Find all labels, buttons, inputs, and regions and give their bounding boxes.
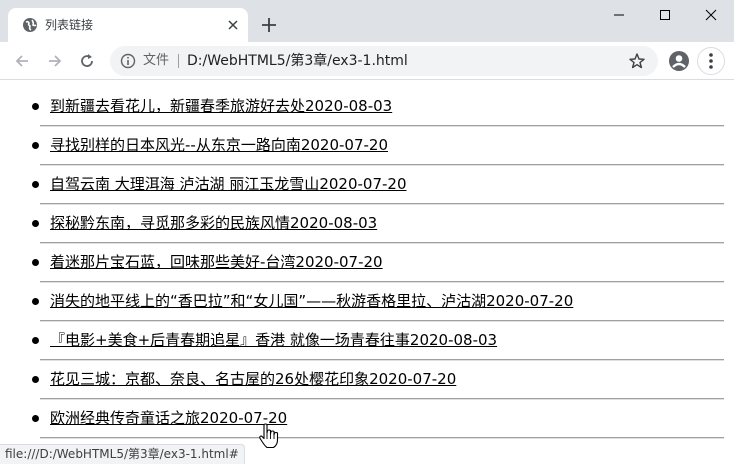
news-date: 2020-07-20 [295,253,383,271]
bullet [32,103,39,110]
bullet [32,259,39,266]
list-item: 『电影+美食+后青春期追星』香港 就像一场青春往事2020-08-03 [0,328,734,367]
maximize-button[interactable] [642,0,688,30]
back-button[interactable] [9,48,35,74]
divider [40,242,724,244]
news-date: 2020-08-03 [305,97,393,115]
news-link[interactable]: 到新疆去看花儿，新疆春季旅游好去处2020-08-03 [50,96,392,116]
list-item: 到新疆去看花儿，新疆春季旅游好去处2020-08-03 [0,94,734,133]
menu-button[interactable] [697,47,725,75]
tab-title: 列表链接 [45,18,94,32]
list-item: 自驾云南 大理洱海 泸沽湖 丽江玉龙雪山2020-07-20 [0,172,734,211]
news-date: 2020-08-03 [290,214,378,232]
info-icon[interactable] [120,53,136,69]
bullet [32,220,39,227]
page-content: 到新疆去看花儿，新疆春季旅游好去处2020-08-03 寻找别样的日本风光--从… [0,81,734,464]
minimize-icon [614,14,624,16]
divider [40,125,724,127]
news-link[interactable]: 『电影+美食+后青春期追星』香港 就像一场青春往事2020-08-03 [50,330,497,350]
news-link[interactable]: 消失的地平线上的“香巴拉”和“女儿国”——秋游香格里拉、泸沽湖2020-07-2… [50,291,573,311]
maximize-icon [660,10,670,20]
bullet [32,181,39,188]
globe-icon [23,18,37,32]
news-title: 自驾云南 大理洱海 泸沽湖 丽江玉龙雪山 [50,175,320,193]
news-title: 寻找别样的日本风光--从东京一路向南 [50,136,301,154]
address-divider [178,54,179,68]
news-title: 花见三城：京都、奈良、名古屋的26处樱花印象 [50,370,370,388]
browser-tab[interactable]: 列表链接 [8,8,248,42]
close-icon [705,9,717,21]
bullet [32,298,39,305]
news-date: 2020-07-20 [369,370,457,388]
news-link[interactable]: 着迷那片宝石蓝，回味那些美好-台湾2020-07-20 [50,252,383,272]
arrow-left-icon [15,55,28,67]
bullet [32,337,39,344]
minimize-button[interactable] [596,0,642,30]
status-bar: file:///D:/WebHTML5/第3章/ex3-1.html# [0,444,245,464]
profile-icon[interactable] [668,50,690,72]
news-title: 探秘黔东南，寻觅那多彩的民族风情 [50,214,291,232]
news-title: 『电影+美食+后青春期追星』香港 就像一场青春往事 [50,331,410,349]
divider [40,320,724,322]
news-title: 消失的地平线上的“香巴拉”和“女儿国”——秋游香格里拉、泸沽湖 [50,292,487,310]
divider [40,203,724,205]
news-link[interactable]: 寻找别样的日本风光--从东京一路向南2020-07-20 [50,135,388,155]
more-vert-icon [709,53,713,69]
news-title: 到新疆去看花儿，新疆春季旅游好去处 [50,97,306,115]
list-item: 花见三城：京都、奈良、名古屋的26处樱花印象2020-07-20 [0,367,734,406]
url-text[interactable]: D:/WebHTML5/第3章/ex3-1.html [187,52,408,70]
browser-toolbar: 文件 D:/WebHTML5/第3章/ex3-1.html [0,42,734,80]
news-date: 2020-07-20 [319,175,407,193]
close-window-button[interactable] [688,0,734,30]
news-list: 到新疆去看花儿，新疆春季旅游好去处2020-08-03 寻找别样的日本风光--从… [0,94,734,445]
arrow-right-icon [49,55,62,67]
close-tab-icon[interactable] [225,17,241,33]
list-item: 欧洲经典传奇童话之旅2020-07-20 [0,406,734,445]
reload-icon [81,54,93,67]
news-date: 2020-07-20 [486,292,574,310]
scheme-label: 文件 [143,53,170,68]
bullet [32,415,39,422]
divider [40,359,724,361]
news-link[interactable]: 自驾云南 大理洱海 泸沽湖 丽江玉龙雪山2020-07-20 [50,174,407,194]
news-link[interactable]: 花见三城：京都、奈良、名古屋的26处樱花印象2020-07-20 [50,369,456,389]
news-title: 欧洲经典传奇童话之旅 [50,409,201,427]
news-date: 2020-08-03 [409,331,498,349]
divider [40,281,724,283]
list-item: 探秘黔东南，寻觅那多彩的民族风情2020-08-03 [0,211,734,250]
list-item: 寻找别样的日本风光--从东京一路向南2020-07-20 [0,133,734,172]
news-link[interactable]: 欧洲经典传奇童话之旅2020-07-20 [50,408,287,428]
news-date: 2020-07-20 [300,136,389,154]
bullet [32,376,39,383]
bullet [32,142,39,149]
reload-button[interactable] [74,48,100,74]
news-title: 着迷那片宝石蓝，回味那些美好-台湾 [50,253,296,271]
title-bar: 列表链接 [0,0,734,42]
star-icon[interactable] [628,52,646,70]
list-item: 着迷那片宝石蓝，回味那些美好-台湾2020-07-20 [0,250,734,289]
new-tab-icon[interactable] [258,14,280,36]
divider [40,398,724,400]
address-bar[interactable]: 文件 D:/WebHTML5/第3章/ex3-1.html [110,46,658,76]
list-item: 消失的地平线上的“香巴拉”和“女儿国”——秋游香格里拉、泸沽湖2020-07-2… [0,289,734,328]
divider [40,437,724,439]
hand-cursor-icon [259,423,279,449]
news-link[interactable]: 探秘黔东南，寻觅那多彩的民族风情2020-08-03 [50,213,377,233]
divider [40,164,724,166]
forward-button[interactable] [42,48,68,74]
